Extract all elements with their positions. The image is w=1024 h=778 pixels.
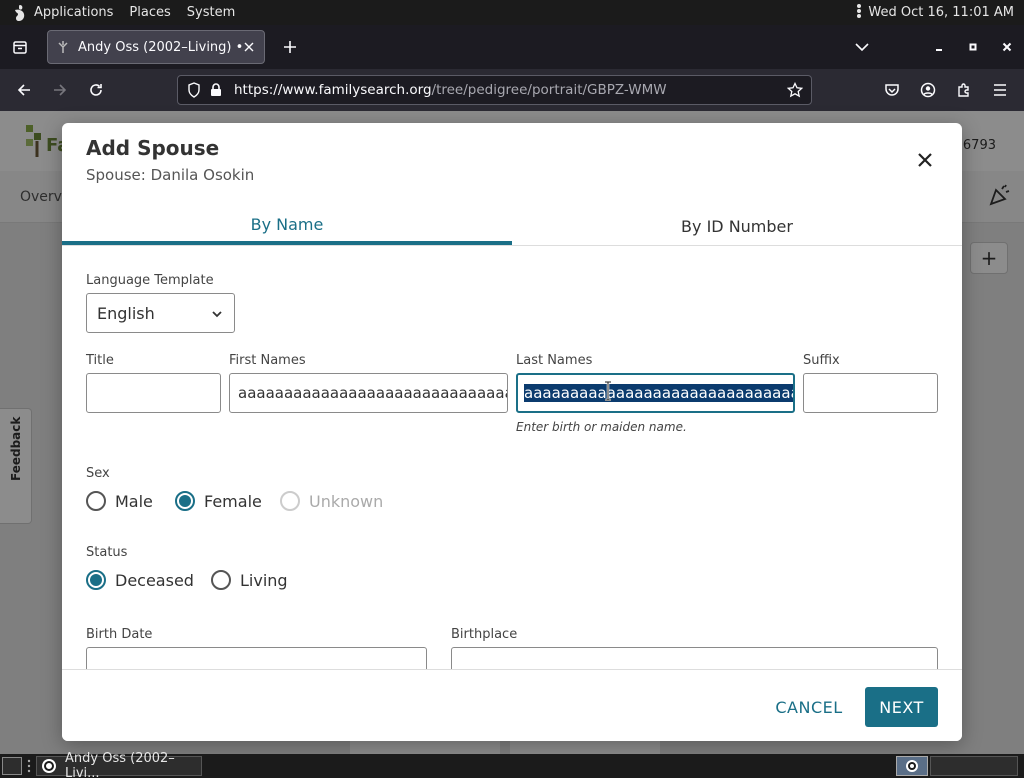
title-field[interactable] [86, 373, 221, 413]
applications-menu[interactable]: Applications [34, 5, 113, 20]
forward-icon[interactable] [48, 78, 72, 102]
kebab-menu-icon[interactable] [856, 3, 862, 23]
reload-icon[interactable] [84, 78, 108, 102]
tab-list-icon[interactable] [0, 25, 40, 69]
chevron-down-icon [210, 306, 224, 320]
extensions-icon[interactable] [952, 78, 976, 102]
tab-title: Andy Oss (2002–Living) • Sit [78, 39, 242, 55]
sex-unknown-label: Unknown [309, 491, 384, 511]
system-menu[interactable]: System [187, 5, 235, 20]
sex-label: Sex [86, 466, 110, 481]
last-names-hint: Enter birth or maiden name. [516, 420, 687, 434]
url-text[interactable]: https://www.familysearch.org/tree/pedigr… [234, 82, 667, 98]
sex-female-radio[interactable] [175, 491, 195, 511]
taskbar-window-button[interactable]: Andy Oss (2002–Livi... [36, 751, 202, 778]
sex-male-label: Male [115, 491, 153, 511]
title-label: Title [86, 353, 114, 368]
familysearch-tree-icon [56, 40, 70, 54]
tab-bar: Andy Oss (2002–Living) • Sit [0, 25, 1024, 69]
status-label: Status [86, 545, 128, 560]
tab-close-icon[interactable] [242, 40, 256, 54]
dialog-title: Add Spouse [86, 136, 220, 160]
taskbar-handle-icon [25, 758, 33, 774]
dialog-subtitle: Spouse: Danila Osokin [86, 166, 255, 184]
dialog-footer: CANCEL NEXT [62, 669, 962, 741]
tabs-divider [62, 245, 962, 246]
close-icon[interactable] [914, 149, 936, 171]
tab-by-name[interactable]: By Name [62, 207, 512, 245]
bookmark-star-icon[interactable] [785, 80, 805, 100]
show-desktop-icon[interactable] [2, 757, 22, 775]
first-names-field[interactable]: aaaaaaaaaaaaaaaaaaaaaaaaaaaaaa [229, 373, 508, 413]
last-names-label: Last Names [516, 353, 593, 368]
sex-female-option[interactable]: Female [175, 491, 262, 511]
top-panel: Applications Places System Wed Oct 16, 1… [0, 0, 1024, 25]
sex-male-radio[interactable] [86, 491, 106, 511]
add-method-tabs: By Name By ID Number [62, 207, 962, 246]
add-spouse-dialog: Add Spouse Spouse: Danila Osokin By Name… [62, 123, 962, 741]
tab-by-id-number[interactable]: By ID Number [512, 207, 962, 245]
maximize-icon[interactable] [961, 35, 985, 59]
first-names-value: aaaaaaaaaaaaaaaaaaaaaaaaaaaaaa [238, 384, 508, 402]
text-cursor-icon [603, 380, 613, 402]
status-deceased-radio[interactable] [86, 570, 106, 590]
url-path: /tree/pedigree/portrait/GBPZ-WMW [431, 82, 667, 98]
new-tab-icon[interactable] [278, 35, 302, 59]
browser-tab[interactable]: Andy Oss (2002–Living) • Sit [47, 30, 265, 64]
minimize-icon[interactable] [927, 35, 951, 59]
tracking-shield-icon[interactable] [184, 80, 204, 100]
clock[interactable]: Wed Oct 16, 11:01 AM [868, 5, 1014, 20]
firefox-icon [41, 758, 57, 774]
lock-icon[interactable] [206, 80, 226, 100]
last-names-selected-value: aaaaaaaaaaaaaaaaaaaaaaaaaaaaaa [524, 384, 793, 402]
language-template-value: English [97, 303, 155, 323]
language-template-select[interactable]: English [86, 293, 235, 333]
bottom-taskbar: Andy Oss (2002–Livi... [0, 751, 1024, 778]
taskbar-window-label: Andy Oss (2002–Livi... [65, 751, 175, 778]
status-deceased-option[interactable]: Deceased [86, 570, 194, 590]
suffix-label: Suffix [803, 353, 840, 368]
window-close-icon[interactable] [995, 35, 1019, 59]
birthplace-label: Birthplace [451, 627, 518, 642]
gnome-foot-icon[interactable] [10, 4, 28, 22]
status-living-radio[interactable] [211, 570, 231, 590]
url-host: https://www.familysearch.org [234, 82, 432, 98]
pocket-icon[interactable] [880, 78, 904, 102]
cancel-button[interactable]: CANCEL [762, 687, 856, 727]
sex-unknown-option: Unknown [280, 491, 383, 511]
status-living-label: Living [240, 570, 288, 590]
account-icon[interactable] [916, 78, 940, 102]
sex-female-label: Female [204, 491, 262, 511]
birth-date-label: Birth Date [86, 627, 153, 642]
nav-bar: https://www.familysearch.org/tree/pedigr… [0, 69, 1024, 111]
first-names-label: First Names [229, 353, 306, 368]
status-deceased-label: Deceased [115, 570, 194, 590]
places-menu[interactable]: Places [129, 5, 170, 20]
sex-unknown-radio [280, 491, 300, 511]
language-template-label: Language Template [86, 273, 214, 288]
list-all-tabs-chevron-icon[interactable] [850, 35, 874, 59]
suffix-field[interactable] [803, 373, 938, 413]
status-living-option[interactable]: Living [211, 570, 288, 590]
next-button[interactable]: NEXT [865, 687, 938, 727]
hamburger-menu-icon[interactable] [988, 78, 1012, 102]
url-bar[interactable]: https://www.familysearch.org/tree/pedigr… [177, 75, 812, 105]
workspace-2[interactable] [930, 756, 1018, 776]
sex-male-option[interactable]: Male [86, 491, 153, 511]
last-names-field[interactable]: aaaaaaaaaaaaaaaaaaaaaaaaaaaaaa [516, 373, 795, 413]
back-icon[interactable] [12, 78, 36, 102]
workspace-switcher-icon[interactable] [896, 756, 928, 776]
